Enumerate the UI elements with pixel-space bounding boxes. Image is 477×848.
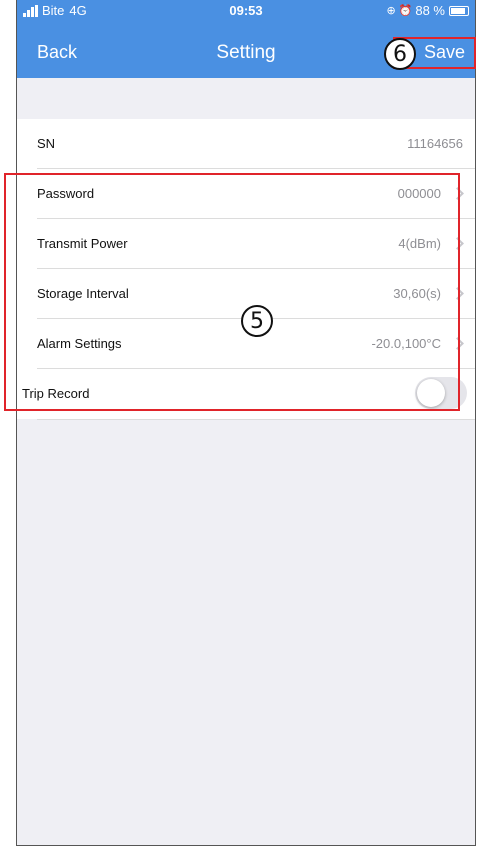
sn-row: SN 11164656 <box>17 119 475 169</box>
rotation-lock-icon: ⊕ <box>386 5 396 17</box>
sn-value: 11164656 <box>407 136 463 151</box>
app-screen: Bite 4G 09:53 ⊕ ⏰ 88 % Back Setting Save… <box>16 0 476 846</box>
sn-label: SN <box>37 136 56 151</box>
battery-icon <box>449 6 469 16</box>
battery-percent: 88 % <box>415 3 445 18</box>
callout-settings: 5 <box>241 305 273 337</box>
status-right: ⊕ ⏰ 88 % <box>386 0 469 22</box>
status-bar: Bite 4G 09:53 ⊕ ⏰ 88 % <box>17 0 475 22</box>
callout-save: 6 <box>384 38 416 70</box>
alarm-icon: ⏰ <box>398 5 413 17</box>
settings-highlight-box <box>4 173 460 411</box>
divider <box>37 419 475 420</box>
